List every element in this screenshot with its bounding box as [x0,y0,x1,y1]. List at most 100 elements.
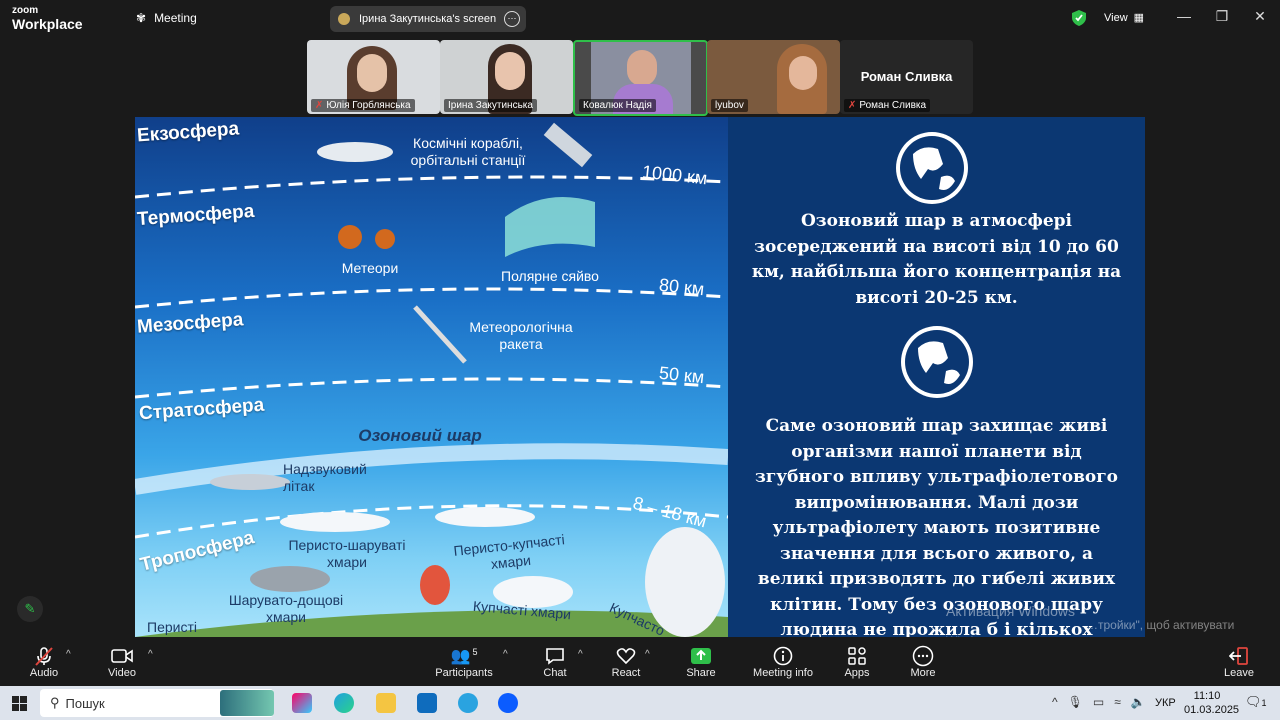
keyboard-language[interactable]: УКР [1155,697,1176,709]
edge-icon[interactable] [334,693,354,713]
participant-face [357,54,387,92]
file-explorer-icon[interactable] [376,693,396,713]
participant-header-name: Роман Сливка [860,69,953,84]
zoom-taskbar-icon[interactable] [498,693,518,713]
notification-count: 1 [1261,698,1267,708]
video-camera-icon [111,645,133,667]
chat-icon [545,645,565,667]
ozone-fact-text: Озоновий шар в атмосфері зосереджений на… [751,211,1122,308]
participant-name-tag: Ковалюк Надія [579,99,656,112]
pencil-icon: ✎ [24,601,36,616]
participant-tile[interactable]: Ірина Закутинська [440,40,573,114]
watermark-line2: …тройки", щоб активувати [1086,618,1235,632]
close-button[interactable]: ✕ [1250,8,1270,25]
audio-options-caret[interactable]: ^ [66,649,71,660]
minimize-button[interactable]: — [1174,8,1194,24]
meeting-info-button[interactable]: Meeting info [750,645,816,679]
participant-face [495,52,525,90]
label-cirrus: Перисті [147,619,197,635]
participant-name-tag: ✗ Юлія Горблянська [311,99,415,112]
grid-icon: ▦ [1133,12,1145,24]
info-icon [773,645,793,667]
taskbar-search[interactable]: ⚲ Пошук [40,689,274,717]
telegram-icon[interactable] [458,693,478,713]
presenter-avatar-icon [338,13,350,25]
label-cirrocumulus-layered: Перисто-шаруваті хмари [288,537,406,570]
react-button[interactable]: React [610,645,642,679]
maximize-button[interactable]: ❐ [1212,8,1232,25]
atmosphere-illustration: Екзосфера Термосфера Мезосфера Стратосфе… [135,117,728,637]
participants-count: 5 [472,647,478,657]
globe-icon [896,132,968,204]
zoom-logo-bottom: Workplace [12,16,83,32]
clock-time: 11:10 [1193,690,1221,702]
apps-button[interactable]: Apps [842,645,872,679]
meeting-label: Meeting [154,11,197,25]
battery-icon[interactable]: ▭ [1093,695,1104,709]
muted-mic-icon: ✗ [315,100,324,111]
windows-taskbar: ⚲ Пошук ^ 🎙 ▭ ≈ 🔈 УКР 11:10 01.03.2025 🗨… [0,686,1280,720]
video-options-caret[interactable]: ^ [148,649,153,660]
view-label: View [1104,11,1128,24]
zoom-logo-top: zoom [12,5,39,16]
participant-face [627,50,657,86]
chat-button[interactable]: Chat [540,645,570,679]
paw-icon: ✾ [136,11,147,25]
participant-tile-active[interactable]: Ковалюк Надія [573,40,708,116]
screen-share-pill[interactable]: Ірина Закутинська's screen ⋯ [330,6,526,32]
apps-icon [847,645,867,667]
participant-tile[interactable]: ✗ Юлія Горблянська [307,40,440,114]
slide-text-panel: Озоновий шар в атмосфері зосереджений на… [728,117,1145,637]
participant-name-tag: lyubov [711,99,748,112]
windows-start-icon[interactable] [12,696,27,716]
video-button[interactable]: Video [104,645,140,679]
label-spacecraft: Космічні кораблі, орбітальні станції [410,135,526,168]
annotate-button[interactable]: ✎ [17,596,43,622]
label-rocket: Метеорологічна ракета [469,319,573,352]
muted-mic-icon: ✗ [848,100,857,111]
chat-options-caret[interactable]: ^ [578,649,583,660]
participants-options-caret[interactable]: ^ [503,649,508,660]
clock-date: 01.03.2025 [1184,704,1240,716]
microphone-icon[interactable]: 🎙 [1068,695,1083,709]
participant-tile[interactable]: lyubov [707,40,840,114]
atmosphere-background [135,117,728,637]
search-highlight-image [220,690,274,716]
label-ozone: Озоновий шар [358,426,482,445]
meeting-menu[interactable]: ✾ Meeting [136,11,197,25]
participant-face [789,56,817,90]
label-aurora: Полярне сяйво [501,268,599,284]
shield-icon[interactable] [1072,10,1086,31]
participant-tile[interactable]: Роман Сливка ✗ Роман Сливка [840,40,973,114]
share-button[interactable]: Share [686,645,716,679]
wifi-icon[interactable]: ≈ [1114,695,1121,709]
chevron-up-icon[interactable]: ^ [1052,695,1058,709]
tray-icons[interactable]: ^ 🎙 ▭ ≈ 🔈 [1052,695,1146,709]
clock[interactable]: 11:10 01.03.2025 [1184,689,1240,717]
screen-share-label: Ірина Закутинська's screen [359,13,497,25]
audio-button[interactable]: Audio [26,645,62,679]
outlook-icon[interactable] [417,693,437,713]
speaker-icon[interactable]: 🔈 [1131,695,1146,709]
notification-icon[interactable]: 🗨1 [1245,694,1267,710]
heart-icon [616,645,636,667]
title-bar: zoom Workplace ✾ Meeting Ірина Закутинсь… [0,0,1280,38]
search-icon: ⚲ [50,695,60,710]
people-icon: 👥 [450,648,471,665]
participants-button[interactable]: 👥 5 Participants [434,645,494,679]
copilot-icon[interactable] [292,693,312,713]
react-options-caret[interactable]: ^ [645,649,650,660]
search-placeholder: Пошук [65,695,105,711]
more-options-icon[interactable]: ⋯ [504,11,520,27]
more-icon [912,645,934,667]
leave-icon [1229,645,1249,667]
label-meteors: Метеори [341,260,399,276]
more-button[interactable]: More [908,645,938,679]
participant-name-tag: Ірина Закутинська [444,99,537,112]
globe-icon [901,326,973,398]
participant-name-tag: ✗ Роман Сливка [844,99,931,112]
share-screen-icon [690,645,712,667]
leave-button[interactable]: Leave [1224,645,1254,679]
view-button[interactable]: View ▦ [1104,11,1145,25]
meeting-toolbar: Audio ^ Video ^ 👥 5 Participants ^ Chat ^… [0,637,1280,686]
